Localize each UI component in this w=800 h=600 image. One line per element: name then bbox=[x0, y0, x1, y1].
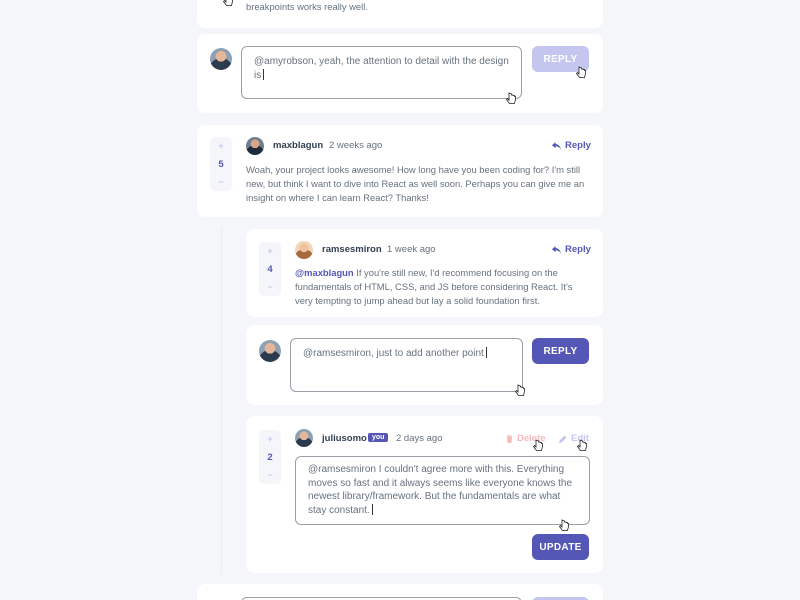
upvote-button[interactable]: + bbox=[267, 246, 272, 256]
pointer-cursor-icon bbox=[558, 519, 569, 531]
pointer-cursor-icon bbox=[505, 92, 516, 104]
comment-timestamp: 2 days ago bbox=[396, 433, 443, 444]
comment-card-maxblagun: + 5 − maxblagun 2 weeks ago Reply Woah, … bbox=[197, 125, 603, 217]
pointer-cursor-icon bbox=[514, 384, 525, 396]
comment-text: breakpoints works really well. bbox=[246, 1, 368, 12]
reply-button[interactable]: REPLY bbox=[532, 338, 589, 364]
reply-form-bottom bbox=[197, 584, 603, 600]
comment-timestamp: 2 weeks ago bbox=[329, 140, 383, 151]
reply-textarea-value: @ramsesmiron, just to add another point bbox=[303, 348, 484, 359]
comment-username[interactable]: juliusomo bbox=[322, 433, 367, 444]
comment-text: Woah, your project looks awesome! How lo… bbox=[246, 164, 585, 203]
comment-text: @maxblagun If you're still new, I'd reco… bbox=[295, 266, 592, 307]
comment-card-top: breakpoints works really well. bbox=[197, 0, 603, 28]
vote-score: 2 bbox=[267, 451, 273, 463]
text-caret bbox=[263, 68, 265, 80]
upvote-button[interactable]: + bbox=[218, 141, 223, 151]
you-badge: you bbox=[368, 433, 389, 442]
pointer-cursor-icon bbox=[575, 66, 586, 78]
downvote-button[interactable]: − bbox=[267, 470, 272, 480]
current-user-avatar bbox=[210, 48, 232, 70]
downvote-button[interactable]: − bbox=[267, 282, 272, 292]
reply-form-2: @ramsesmiron, just to add another point … bbox=[246, 325, 603, 405]
reply-textarea-value: @amyrobson, yeah, the attention to detai… bbox=[254, 56, 509, 81]
reply-link-label: Reply bbox=[565, 140, 591, 151]
current-user-avatar bbox=[259, 340, 281, 362]
reply-icon bbox=[552, 245, 561, 254]
edit-textarea-value: @ramsesmiron I couldn't agree more with … bbox=[308, 464, 573, 516]
trash-icon bbox=[506, 434, 513, 443]
avatar bbox=[295, 429, 313, 447]
reply-textarea[interactable]: @ramsesmiron, just to add another point bbox=[290, 338, 523, 392]
mention-link[interactable]: @maxblagun bbox=[295, 267, 354, 278]
comment-username[interactable]: ramsesmiron bbox=[322, 244, 382, 255]
vote-score: 5 bbox=[218, 158, 224, 170]
pointer-cursor-icon bbox=[532, 439, 543, 451]
vote-widget: + 2 − bbox=[259, 430, 281, 484]
text-caret bbox=[485, 347, 487, 358]
avatar bbox=[246, 137, 264, 155]
reply-icon bbox=[552, 141, 561, 150]
comment-card-ramsesmiron: + 4 − ramsesmiron 1 week ago Reply @maxb… bbox=[246, 229, 603, 317]
comment-timestamp: 1 week ago bbox=[387, 244, 436, 255]
pointer-cursor-icon bbox=[576, 439, 587, 451]
comment-card-juliusomo: + 2 − juliusomo you 2 days ago Delete Ed… bbox=[246, 416, 603, 573]
pointer-cursor-icon bbox=[222, 0, 233, 6]
vote-widget: + 4 − bbox=[259, 242, 281, 296]
update-button[interactable]: UPDATE bbox=[532, 534, 589, 560]
reply-textarea[interactable]: @amyrobson, yeah, the attention to detai… bbox=[241, 46, 522, 99]
reply-link-label: Reply bbox=[565, 244, 591, 255]
vote-widget: + 5 − bbox=[210, 137, 232, 191]
vote-score: 4 bbox=[267, 263, 273, 275]
upvote-button[interactable]: + bbox=[267, 434, 272, 444]
reply-form-1: @amyrobson, yeah, the attention to detai… bbox=[197, 34, 603, 113]
avatar bbox=[295, 241, 313, 259]
thread-divider bbox=[221, 228, 222, 574]
edit-textarea[interactable]: @ramsesmiron I couldn't agree more with … bbox=[295, 456, 590, 525]
downvote-button[interactable]: − bbox=[218, 177, 223, 187]
reply-link[interactable]: Reply bbox=[552, 140, 591, 151]
comment-username[interactable]: maxblagun bbox=[273, 140, 323, 151]
text-caret bbox=[371, 503, 373, 515]
pencil-icon bbox=[559, 435, 567, 443]
reply-link[interactable]: Reply bbox=[552, 244, 591, 255]
